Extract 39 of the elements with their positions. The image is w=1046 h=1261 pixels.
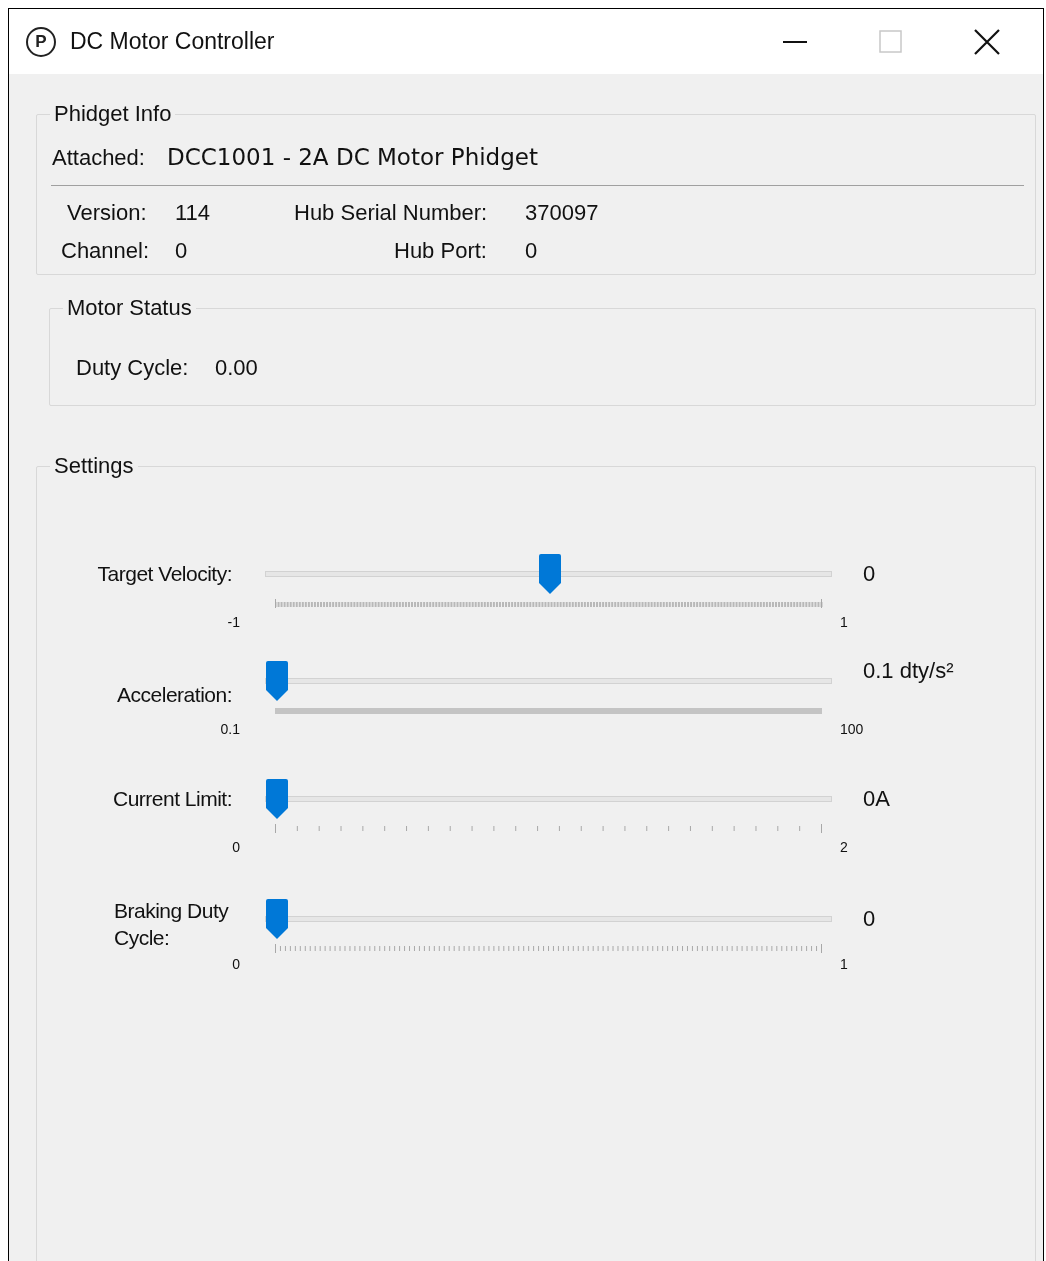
slider-value: 0 bbox=[863, 563, 876, 585]
field-label: Hub Serial Number: bbox=[294, 202, 488, 224]
slider-value: 0 bbox=[863, 908, 876, 930]
field-value: 0 bbox=[525, 240, 538, 262]
field-value: 370097 bbox=[525, 202, 599, 224]
slider-thumb[interactable] bbox=[538, 554, 561, 594]
window-title: DC Motor Controller bbox=[70, 27, 275, 57]
slider-max-label: 2 bbox=[840, 840, 848, 854]
slider-min-label: 0 bbox=[231, 957, 240, 971]
slider-label: Acceleration: bbox=[117, 682, 232, 708]
field-label: Hub Port: bbox=[394, 240, 487, 262]
field-value: 0.00 bbox=[215, 357, 258, 379]
minimize-icon bbox=[783, 40, 807, 43]
slider-value: 0A bbox=[863, 788, 890, 810]
slider-min-label: 0 bbox=[231, 840, 240, 854]
slider-thumb[interactable] bbox=[266, 899, 288, 939]
slider-value: 0.1 dty/s² bbox=[863, 660, 954, 682]
slider-max-label: 100 bbox=[840, 722, 864, 736]
app-logo: P bbox=[26, 26, 56, 57]
slider-thumb[interactable] bbox=[266, 779, 288, 819]
field-label: Duty Cycle: bbox=[76, 357, 189, 379]
field-value: 0 bbox=[175, 240, 188, 262]
slider-thumb[interactable] bbox=[266, 661, 288, 701]
group-title: Phidget Info bbox=[50, 103, 176, 125]
slider-max-label: 1 bbox=[840, 615, 848, 629]
attached-device: DCC1001 - 2A DC Motor Phidget bbox=[166, 143, 538, 172]
slider-min-label: -1 bbox=[226, 615, 240, 629]
field-value: 114 bbox=[175, 202, 211, 224]
group-title: Settings bbox=[50, 455, 138, 477]
field-label: Channel: bbox=[61, 240, 150, 262]
slider-label: Braking Duty Cycle: bbox=[114, 898, 230, 952]
field-label: Attached: bbox=[52, 144, 145, 172]
close-icon bbox=[974, 28, 1000, 55]
field-label: Version: bbox=[67, 202, 147, 224]
slider-label: Target Velocity: bbox=[97, 561, 232, 587]
slider-min-label: 0.1 bbox=[219, 722, 240, 736]
slider-label: Current Limit: bbox=[112, 786, 232, 812]
slider-max-label: 1 bbox=[840, 957, 848, 971]
maximize-icon bbox=[879, 29, 903, 54]
